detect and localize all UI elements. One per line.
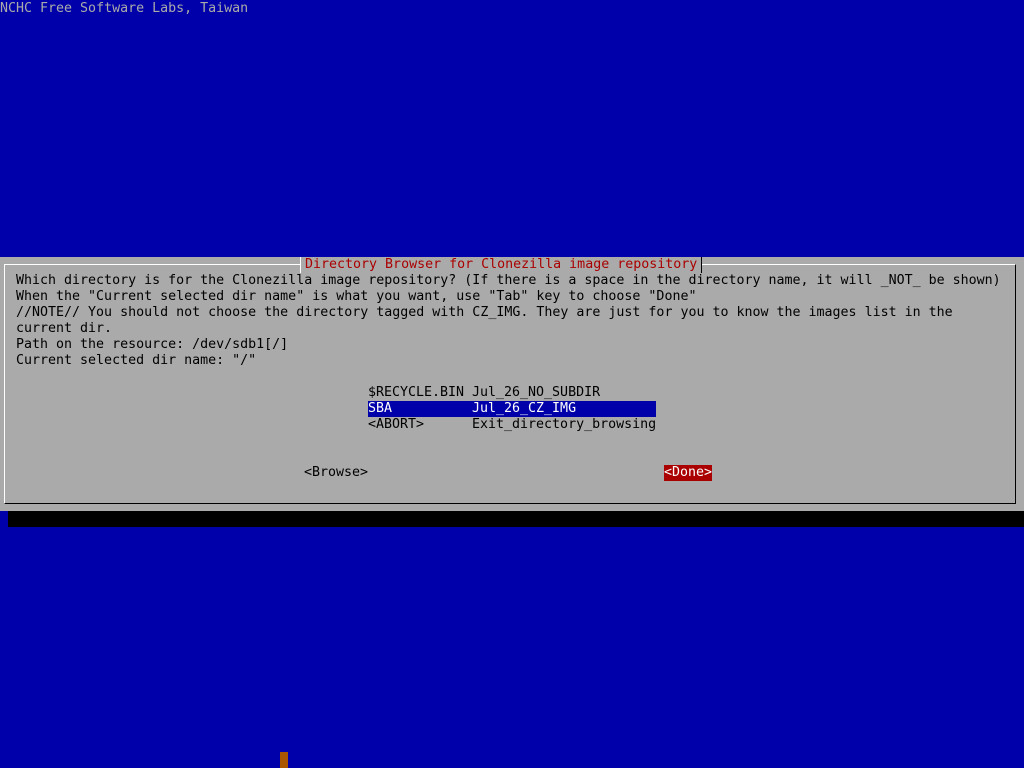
menu-item-tag: <ABORT> <box>368 417 425 432</box>
terminal-cursor <box>280 752 288 768</box>
menu-item-abort[interactable]: <ABORT> Exit_directory_browsing <box>368 417 656 433</box>
message-line-2: When the "Current selected dir name" is … <box>16 289 697 304</box>
menu-item-tag: SBA <box>368 401 393 416</box>
current-selected-dir: Current selected dir name: "/" <box>16 353 257 368</box>
browse-button[interactable]: <Browse> <box>304 465 368 481</box>
menu-item-desc: Jul_26_CZ_IMG <box>472 401 577 416</box>
menu-item-desc: Exit_directory_browsing <box>472 417 657 432</box>
path-on-resource: Path on the resource: /dev/sdb1[/] <box>16 337 289 352</box>
message-line-3: //NOTE// You should not choose the direc… <box>16 305 953 320</box>
dialog-title: Directory Browser for Clonezilla image r… <box>305 257 698 272</box>
backtitle: NCHC Free Software Labs, Taiwan <box>0 1 249 16</box>
directory-browser-dialog: Directory Browser for Clonezilla image r… <box>0 257 1024 511</box>
message-line-4: current dir. <box>16 321 113 336</box>
menu-item-recycle-bin[interactable]: $RECYCLE.BIN Jul_26_NO_SUBDIR <box>368 385 656 401</box>
menu-item-desc: Jul_26_NO_SUBDIR <box>472 385 601 400</box>
message-line-1: Which directory is for the Clonezilla im… <box>16 273 1001 288</box>
menu-item-sba[interactable]: SBA Jul_26_CZ_IMG <box>368 401 656 417</box>
dialog-title-wrap: Directory Browser for Clonezilla image r… <box>300 257 703 273</box>
menu-item-tag: $RECYCLE.BIN <box>368 385 465 400</box>
done-button[interactable]: <Done> <box>664 465 713 481</box>
dialog-shadow <box>8 511 1024 527</box>
